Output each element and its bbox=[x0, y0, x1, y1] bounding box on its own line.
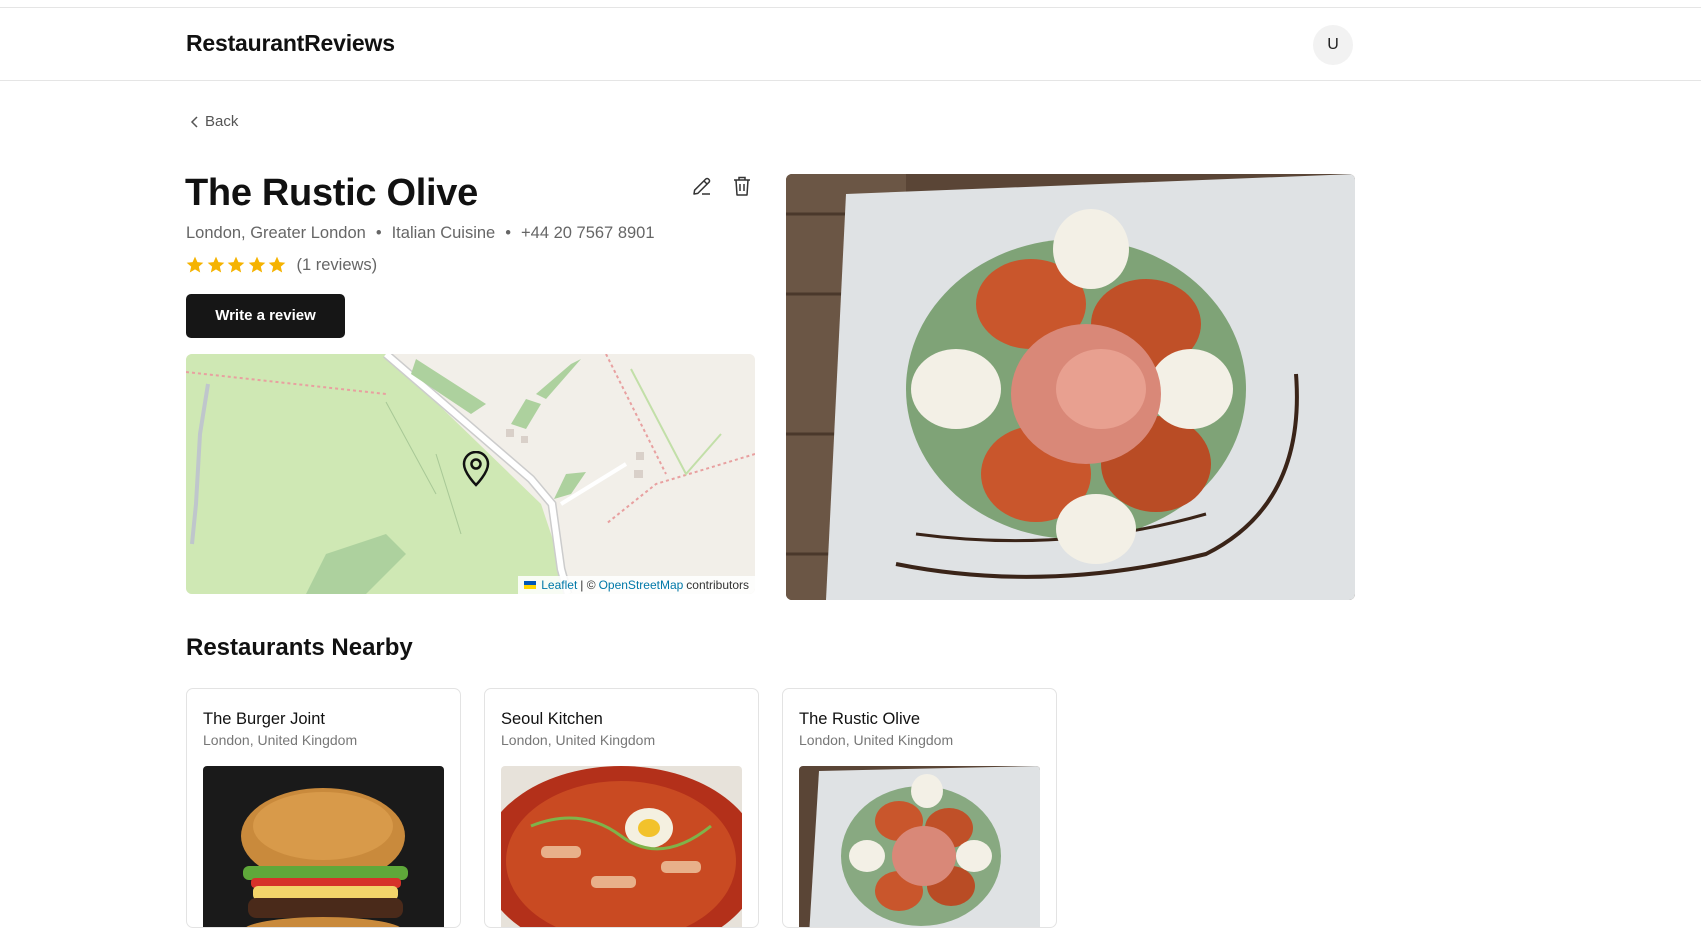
map-attribution: Leaflet | © OpenStreetMap contributors bbox=[518, 576, 755, 594]
nearby-card-name: Seoul Kitchen bbox=[501, 710, 603, 728]
restaurant-hero-photo bbox=[786, 174, 1355, 600]
nearby-card-location: London, United Kingdom bbox=[799, 732, 954, 748]
star-icon bbox=[207, 256, 224, 273]
restaurant-meta: London, Greater London • Italian Cuisine… bbox=[186, 224, 655, 243]
map-pin-icon[interactable] bbox=[461, 451, 491, 487]
star-icon bbox=[248, 256, 265, 273]
meta-separator: • bbox=[505, 224, 512, 242]
nearby-card-location: London, United Kingdom bbox=[501, 732, 656, 748]
burger-photo bbox=[203, 766, 444, 927]
restaurant-cuisine: Italian Cuisine bbox=[391, 224, 496, 242]
nearby-card-name: The Rustic Olive bbox=[799, 710, 921, 728]
tteokbokki-photo bbox=[501, 766, 742, 927]
review-count: (1 reviews) bbox=[296, 255, 378, 274]
brand-logo[interactable]: RestaurantReviews bbox=[186, 30, 395, 57]
star-icon bbox=[268, 256, 286, 273]
app-header: RestaurantReviews U bbox=[0, 8, 1701, 81]
chevron-left-icon bbox=[190, 115, 198, 128]
pencil-icon[interactable] bbox=[690, 174, 714, 198]
restaurant-phone: +44 20 7567 8901 bbox=[521, 224, 655, 242]
star-icon bbox=[186, 256, 204, 273]
osm-link[interactable]: OpenStreetMap bbox=[599, 578, 684, 592]
attribution-separator: | © bbox=[580, 578, 596, 592]
nearby-card[interactable]: Seoul Kitchen London, United Kingdom bbox=[484, 688, 759, 928]
back-link[interactable]: Back bbox=[189, 113, 238, 130]
user-avatar[interactable]: U bbox=[1313, 25, 1353, 65]
rating-row: (1 reviews) bbox=[185, 255, 377, 275]
leaflet-link[interactable]: Leaflet bbox=[541, 578, 577, 592]
restaurant-title: The Rustic Olive bbox=[185, 172, 478, 214]
nearby-card-location: London, United Kingdom bbox=[203, 732, 358, 748]
back-label: Back bbox=[205, 113, 239, 130]
nearby-card[interactable]: The Burger Joint London, United Kingdom bbox=[186, 688, 461, 928]
rating-stars bbox=[185, 255, 288, 275]
star-icon bbox=[227, 256, 245, 273]
restaurant-location: London, Greater London bbox=[186, 224, 366, 242]
trash-icon[interactable] bbox=[730, 174, 754, 198]
attribution-suffix: contributors bbox=[686, 578, 749, 592]
nearby-card-name: The Burger Joint bbox=[203, 710, 325, 728]
meta-separator: • bbox=[375, 224, 382, 242]
nearby-card[interactable]: The Rustic Olive London, United Kingdom bbox=[782, 688, 1057, 928]
write-review-button[interactable]: Write a review bbox=[186, 294, 345, 338]
nearby-section-title: Restaurants Nearby bbox=[186, 634, 413, 661]
caprese-photo bbox=[799, 766, 1040, 927]
ukraine-flag-icon bbox=[524, 581, 537, 589]
